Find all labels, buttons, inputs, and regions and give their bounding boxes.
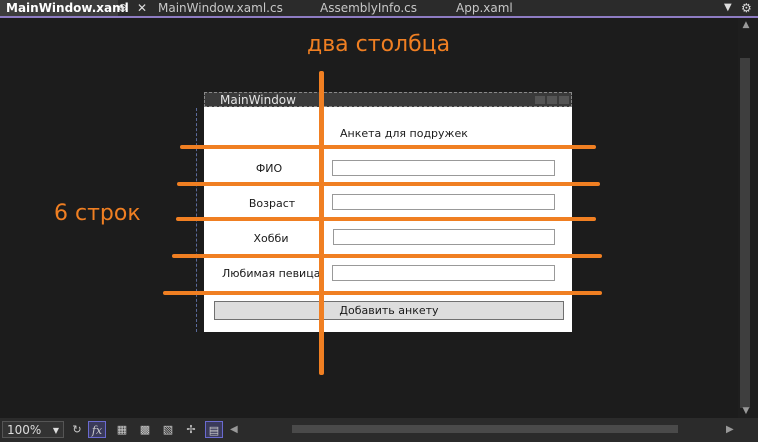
label-hobby: Хобби	[253, 232, 289, 245]
designer-toolbar: 100% ▼ ↻ fx ▦ ▩ ▧ ✢ ▤ ◀ ▶	[0, 418, 758, 442]
horizontal-scrollbar-thumb[interactable]	[292, 425, 678, 433]
age-input[interactable]	[332, 194, 555, 210]
label-fio: ФИО	[255, 162, 283, 175]
tab-label: MainWindow.xaml	[6, 1, 129, 15]
label-favorite-singer: Любимая певица	[222, 267, 321, 280]
grid-icon[interactable]: ▦	[113, 421, 131, 438]
scroll-down-icon[interactable]: ▼	[738, 406, 754, 416]
add-form-button[interactable]: Добавить анкету	[214, 301, 564, 320]
minimize-icon	[535, 96, 545, 104]
scroll-right-icon[interactable]: ▶	[726, 421, 734, 438]
close-icon[interactable]: ✕	[137, 0, 147, 16]
close-window-icon	[559, 96, 569, 104]
row-line-annotation	[180, 145, 596, 149]
row-line-annotation	[172, 254, 602, 258]
scroll-left-icon[interactable]: ◀	[230, 421, 238, 438]
column-divider-annotation	[319, 71, 324, 375]
vertical-scrollbar[interactable]: ▲ ▼	[738, 18, 758, 418]
tab-app-xaml[interactable]: App.xaml	[456, 0, 513, 16]
checker-icon[interactable]: ▧	[159, 421, 177, 438]
hobby-input[interactable]	[333, 229, 555, 245]
tab-label: App.xaml	[456, 1, 513, 15]
tab-strip: MainWindow.xaml ⊕ ✕ MainWindow.xaml.cs A…	[0, 0, 758, 16]
settings-gear-icon[interactable]: ⚙	[741, 0, 752, 16]
wpf-titlebar: MainWindow	[204, 92, 572, 107]
snap-grid-icon[interactable]: ▩	[136, 421, 154, 438]
fio-input[interactable]	[332, 160, 555, 176]
wpf-window-title: MainWindow	[220, 93, 296, 107]
row-line-annotation	[163, 291, 602, 295]
rows-annotation: 6 строк	[54, 201, 141, 226]
row-line-annotation	[177, 182, 600, 186]
zoom-value: 100%	[7, 423, 42, 437]
pin-icon[interactable]: ⊕	[118, 0, 127, 16]
refresh-icon[interactable]: ↻	[68, 421, 86, 438]
chevron-down-icon: ▼	[52, 426, 59, 435]
snap-lines-icon[interactable]: ✢	[182, 421, 200, 438]
tab-mainwindow-xaml-cs[interactable]: MainWindow.xaml.cs	[158, 0, 283, 16]
tab-label: AssemblyInfo.cs	[320, 1, 418, 15]
maximize-icon	[547, 96, 557, 104]
scroll-up-icon[interactable]: ▲	[738, 20, 754, 30]
columns-annotation: два столбца	[307, 32, 451, 57]
zoom-select[interactable]: 100% ▼	[2, 421, 64, 438]
scrollbar-thumb[interactable]	[740, 58, 750, 408]
overflow-arrow-icon[interactable]: ▼	[724, 0, 732, 16]
fx-icon[interactable]: fx	[88, 421, 106, 438]
tab-label: MainWindow.xaml.cs	[158, 1, 283, 15]
form-header: Анкета для подружек	[340, 127, 468, 140]
tab-mainwindow-xaml[interactable]: MainWindow.xaml	[0, 0, 129, 16]
row-line-annotation	[176, 217, 596, 221]
tab-assemblyinfo-cs[interactable]: AssemblyInfo.cs	[320, 0, 417, 16]
favorite-singer-input[interactable]	[332, 265, 555, 281]
xaml-doc-icon[interactable]: ▤	[205, 421, 223, 438]
